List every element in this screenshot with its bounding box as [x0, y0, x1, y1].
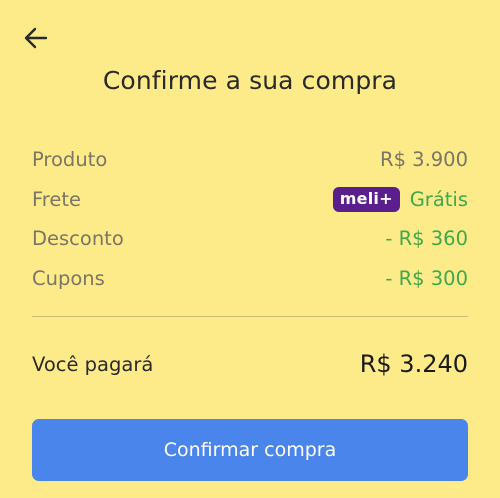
discount-label: Desconto: [32, 227, 124, 251]
total-value: R$ 3.240: [359, 350, 468, 378]
product-label: Produto: [32, 148, 108, 172]
meli-plus-badge: meli+: [332, 186, 400, 212]
discount-value: - R$ 360: [385, 227, 468, 251]
freight-value: Grátis: [409, 187, 468, 211]
back-button[interactable]: [22, 24, 50, 52]
page-title: Confirme a sua compra: [102, 66, 398, 95]
coupons-row: Cupons - R$ 300: [32, 259, 468, 299]
discount-row: Desconto - R$ 360: [32, 219, 468, 259]
coupons-label: Cupons: [32, 266, 105, 290]
divider: [32, 316, 468, 317]
product-row: Produto R$ 3.900: [32, 140, 468, 180]
order-summary: Produto R$ 3.900 Frete meli+ Grátis Desc…: [32, 140, 468, 298]
confirm-purchase-button[interactable]: Confirmar compra: [32, 419, 468, 481]
total-row: Você pagará R$ 3.240: [32, 344, 468, 384]
freight-label: Frete: [32, 187, 82, 211]
total-label: Você pagará: [32, 352, 154, 376]
freight-row: Frete meli+ Grátis: [32, 180, 468, 220]
product-value: R$ 3.900: [380, 148, 468, 172]
arrow-left-icon: [22, 24, 50, 52]
coupons-value: - R$ 300: [385, 266, 468, 290]
freight-value-group: meli+ Grátis: [332, 186, 468, 212]
